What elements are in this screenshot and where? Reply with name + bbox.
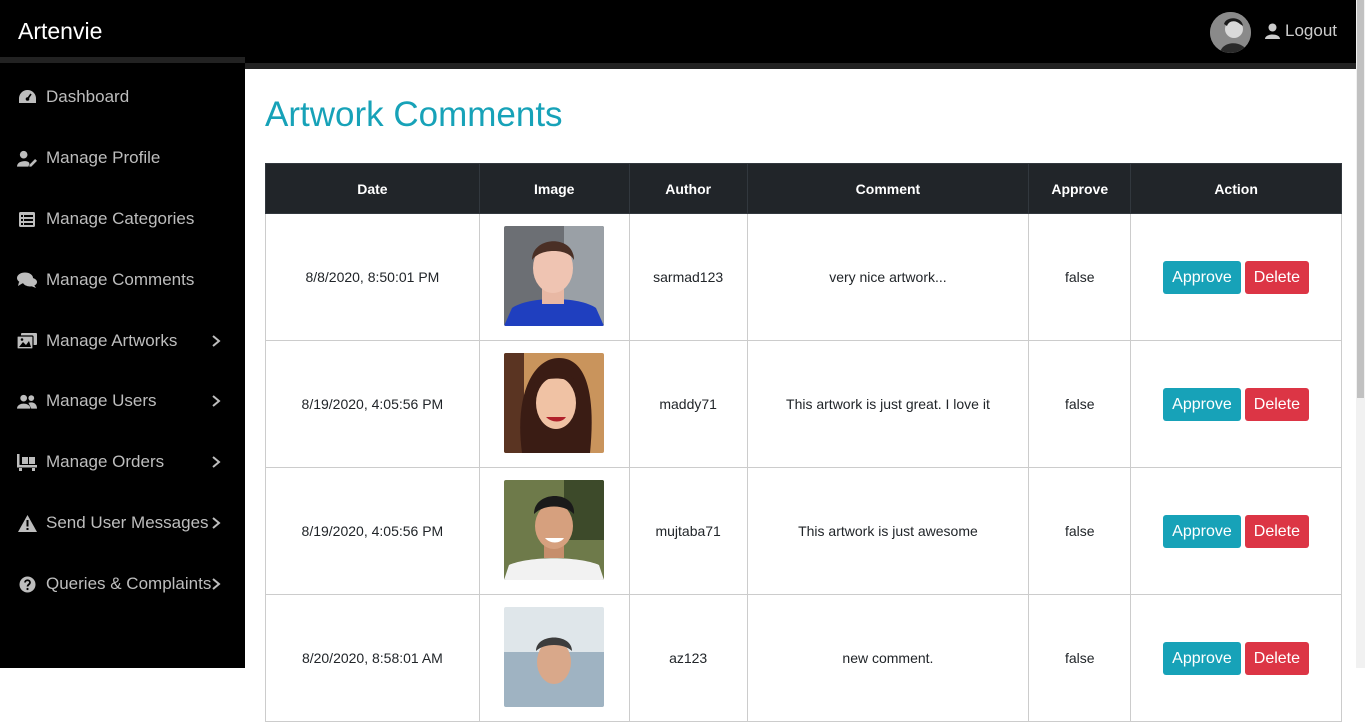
cell-author: sarmad123: [628, 213, 748, 341]
delete-button[interactable]: Delete: [1244, 514, 1310, 548]
logout-button[interactable]: Logout: [1265, 21, 1337, 41]
images-icon: [17, 332, 37, 350]
column-header-approve: Approve: [1028, 163, 1132, 214]
author-photo: [504, 606, 605, 707]
approve-button[interactable]: Approve: [1163, 387, 1241, 421]
cell-actions: Approve Delete: [1130, 467, 1342, 595]
sidebar-item-manage-comments[interactable]: Manage Comments: [0, 260, 245, 300]
user-avatar[interactable]: [1210, 12, 1251, 53]
cell-image: [478, 594, 630, 722]
author-photo: [504, 479, 605, 580]
cell-comment: very nice artwork...: [746, 213, 1030, 341]
approve-button[interactable]: Approve: [1163, 260, 1241, 294]
table-row: 8/8/2020, 8:50:01 PM sarmad123 very nice…: [265, 213, 1342, 341]
sidebar-item-label: Manage Profile: [46, 148, 161, 167]
table-row: 8/20/2020, 8:58:01 AM az123 new comment.…: [265, 594, 1342, 722]
cell-comment: This artwork is just awesome: [746, 467, 1030, 595]
users-icon: [17, 392, 37, 410]
approve-button[interactable]: Approve: [1163, 514, 1241, 548]
sidebar-item-label: Manage Artworks: [46, 331, 178, 350]
cell-date: 8/19/2020, 4:05:56 PM: [265, 340, 480, 468]
sidebar: Dashboard Manage Profile Manage Categori…: [0, 63, 245, 668]
cell-comment: new comment.: [746, 594, 1030, 722]
cell-date: 8/20/2020, 8:58:01 AM: [265, 594, 480, 722]
cell-actions: Approve Delete: [1130, 594, 1342, 722]
delete-button[interactable]: Delete: [1244, 387, 1310, 421]
sidebar-item-send-user-messages[interactable]: Send User Messages: [0, 503, 245, 543]
chevron-right-icon: [212, 578, 221, 590]
sidebar-item-manage-categories[interactable]: Manage Categories: [0, 199, 245, 239]
cell-approve-status: false: [1028, 213, 1132, 341]
pallet-icon: [17, 453, 37, 471]
list-icon: [17, 210, 37, 228]
top-navbar: Artenvie Logout: [0, 0, 1356, 63]
cell-author: maddy71: [628, 340, 748, 468]
cell-approve-status: false: [1028, 467, 1132, 595]
sidebar-item-label: Queries & Complaints: [46, 574, 212, 593]
sidebar-item-manage-profile[interactable]: Manage Profile: [0, 138, 245, 178]
cell-image: [478, 340, 630, 468]
delete-button[interactable]: Delete: [1244, 260, 1310, 294]
chevron-right-icon: [212, 517, 221, 529]
sidebar-item-label: Manage Orders: [46, 452, 165, 471]
table-header-row: Date Image Author Comment Approve Action: [265, 163, 1342, 214]
cell-actions: Approve Delete: [1130, 213, 1342, 341]
question-icon: [17, 575, 37, 593]
page-scrollbar[interactable]: [1356, 0, 1365, 668]
page-title: Artwork Comments: [265, 95, 563, 134]
column-header-image: Image: [478, 163, 630, 214]
sidebar-item-label: Send User Messages: [46, 513, 209, 532]
column-header-comment: Comment: [746, 163, 1030, 214]
user-icon: [1265, 23, 1280, 39]
cell-actions: Approve Delete: [1130, 340, 1342, 468]
sidebar-item-label: Manage Users: [46, 391, 157, 410]
chevron-right-icon: [212, 395, 221, 407]
sidebar-item-label: Dashboard: [46, 87, 130, 106]
column-header-action: Action: [1130, 163, 1342, 214]
cell-author: mujtaba71: [628, 467, 748, 595]
sidebar-item-label: Manage Categories: [46, 209, 195, 228]
column-header-date: Date: [265, 163, 480, 214]
dashboard-icon: [17, 88, 37, 106]
column-header-author: Author: [628, 163, 748, 214]
sidebar-item-dashboard[interactable]: Dashboard: [0, 77, 245, 117]
comments-table: Date Image Author Comment Approve Action…: [265, 163, 1342, 722]
cell-date: 8/19/2020, 4:05:56 PM: [265, 467, 480, 595]
delete-button[interactable]: Delete: [1244, 641, 1310, 675]
approve-button[interactable]: Approve: [1163, 641, 1241, 675]
cell-comment: This artwork is just great. I love it: [746, 340, 1030, 468]
chevron-right-icon: [212, 456, 221, 468]
sidebar-item-manage-artworks[interactable]: Manage Artworks: [0, 321, 245, 361]
sidebar-item-label: Manage Comments: [46, 270, 195, 289]
cell-date: 8/8/2020, 8:50:01 PM: [265, 213, 480, 341]
author-photo: [504, 225, 605, 326]
sidebar-item-manage-orders[interactable]: Manage Orders: [0, 442, 245, 482]
cell-image: [478, 213, 630, 341]
brand-logo[interactable]: Artenvie: [18, 18, 102, 45]
user-edit-icon: [17, 149, 37, 167]
chevron-right-icon: [212, 335, 221, 347]
scrollbar-thumb[interactable]: [1357, 0, 1364, 398]
table-row: 8/19/2020, 4:05:56 PM maddy71 This artwo…: [265, 340, 1342, 468]
sidebar-item-queries-complaints[interactable]: Queries & Complaints: [0, 564, 245, 604]
warning-icon: [17, 514, 37, 532]
cell-author: az123: [628, 594, 748, 722]
author-photo: [504, 352, 605, 453]
sidebar-item-manage-users[interactable]: Manage Users: [0, 381, 245, 421]
cell-approve-status: false: [1028, 594, 1132, 722]
comments-icon: [17, 271, 37, 289]
cell-approve-status: false: [1028, 340, 1132, 468]
logout-label: Logout: [1285, 21, 1337, 40]
main-content: Artwork Comments Date Image Author Comme…: [245, 69, 1356, 722]
cell-image: [478, 467, 630, 595]
table-row: 8/19/2020, 4:05:56 PM mujtaba71 This art…: [265, 467, 1342, 595]
